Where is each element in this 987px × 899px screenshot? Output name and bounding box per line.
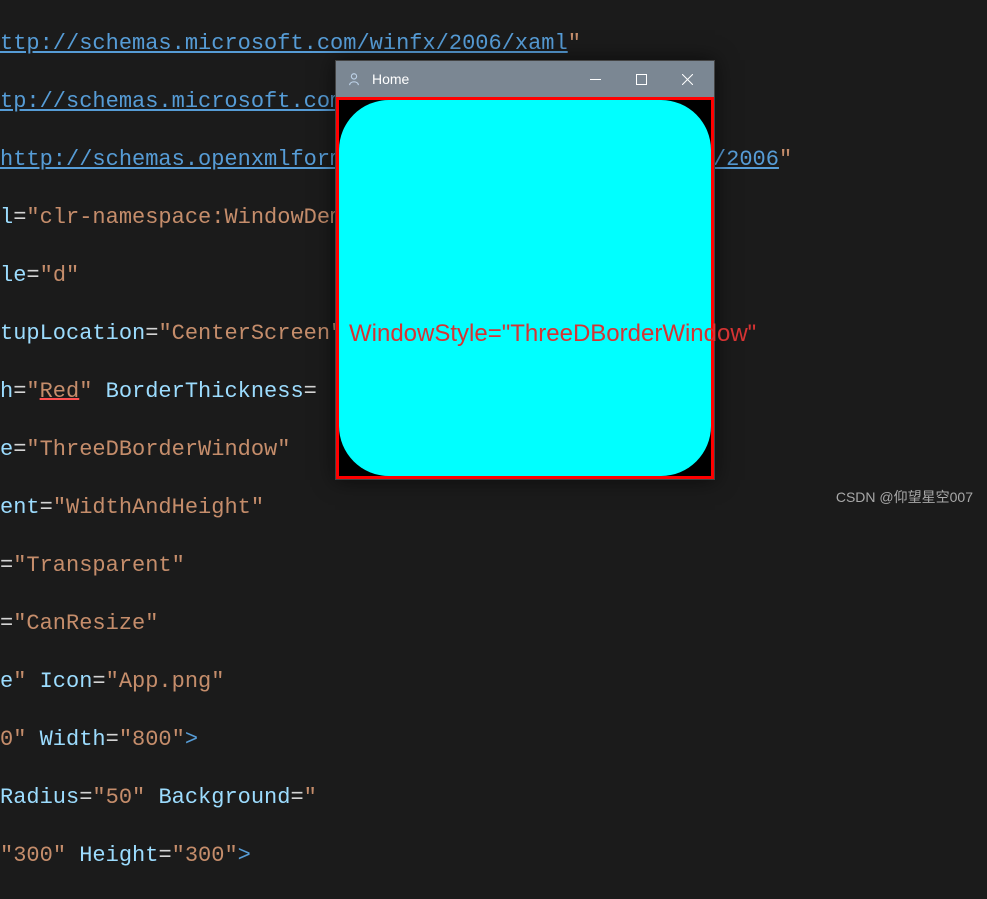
overlay-label: WindowStyle="ThreeDBorderWindow" [349,320,756,348]
minimize-icon [590,74,601,85]
window-controls [572,61,710,97]
maximize-icon [636,74,647,85]
titlebar[interactable]: Home [336,61,714,97]
minimize-button[interactable] [572,61,618,97]
window-body: WindowStyle="ThreeDBorderWindow" [336,97,714,479]
watermark: CSDN @仰望星空007 [836,487,973,507]
code-text: ttp://schemas.microsoft.com/winfx/2006/x… [0,31,568,56]
window-title: Home [372,71,572,87]
close-icon [682,74,693,85]
close-button[interactable] [664,61,710,97]
maximize-button[interactable] [618,61,664,97]
app-window[interactable]: Home WindowStyle="ThreeDBorderWindow" [335,60,715,480]
app-icon [346,71,362,87]
rounded-rectangle [339,100,711,476]
